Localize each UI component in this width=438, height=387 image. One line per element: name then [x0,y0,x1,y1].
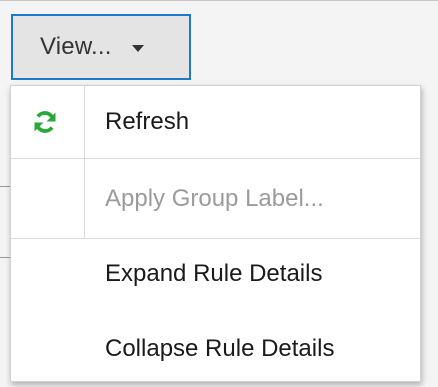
menu-item-expand-rule-details[interactable]: Expand Rule Details [11,239,420,309]
menu-item-refresh[interactable]: Refresh [11,86,420,158]
menu-item-label: Refresh [105,108,190,135]
menu-item-collapse-rule-details[interactable]: Collapse Rule Details [11,315,420,383]
menu-item-label: Collapse Rule Details [105,335,335,362]
view-button-label: View... [40,33,112,60]
view-dropdown-menu: Refresh Apply Group Label... Expand Rule… [10,85,421,382]
view-dropdown-button[interactable]: View... [11,14,191,80]
menu-item-apply-group-label: Apply Group Label... [11,159,420,238]
refresh-icon [34,111,56,133]
caret-down-icon [131,45,144,52]
page-top-rule [0,0,438,1]
menu-item-label: Apply Group Label... [105,184,324,212]
menu-item-label: Expand Rule Details [105,260,323,287]
